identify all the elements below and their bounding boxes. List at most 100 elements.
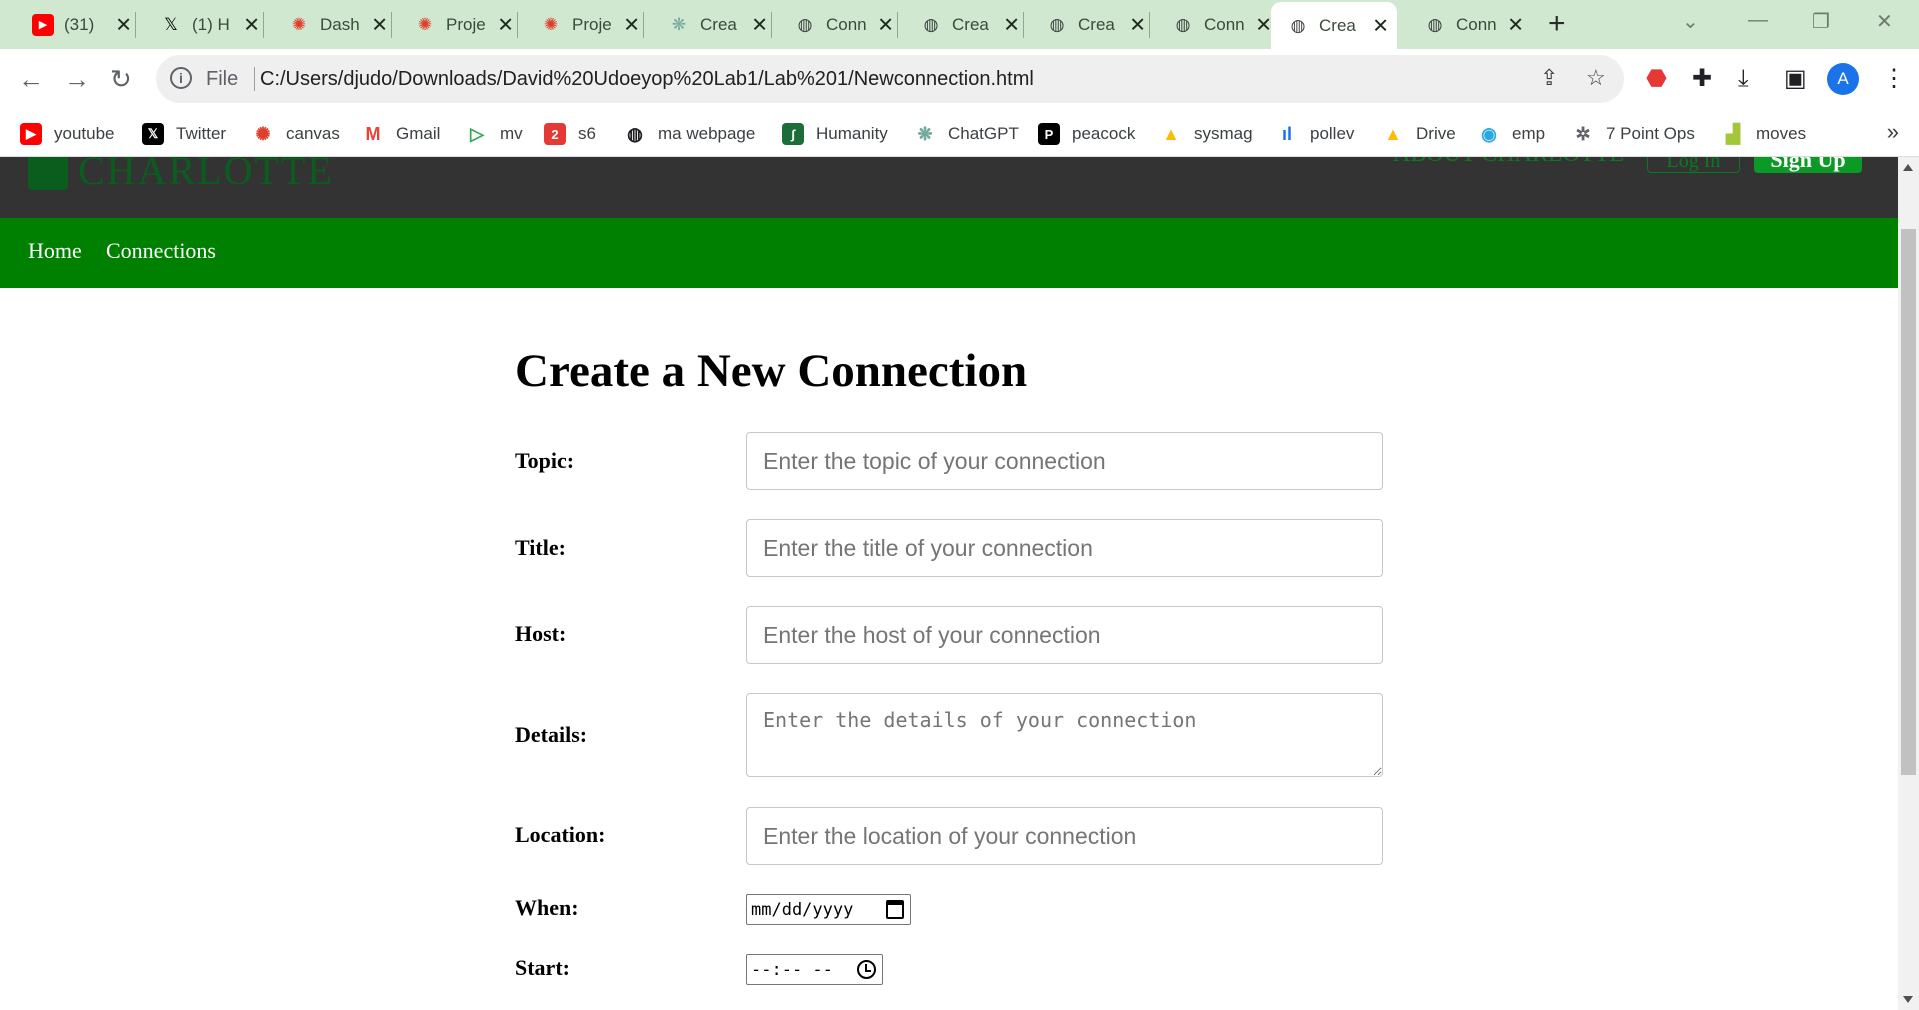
back-button[interactable]: ←: [18, 63, 44, 95]
login-button[interactable]: Log In: [1647, 157, 1740, 173]
browser-tab[interactable]: ▶ (31) ✕: [16, 0, 140, 49]
bookmark-drive[interactable]: ▲ Drive: [1382, 120, 1456, 148]
profile-avatar[interactable]: A: [1827, 63, 1859, 95]
close-tab-icon[interactable]: ✕: [751, 12, 768, 37]
location-input[interactable]: [746, 807, 1383, 865]
scrollbar-thumb[interactable]: [1901, 229, 1916, 775]
tab-title: (1) H: [192, 14, 230, 34]
tab-separator: [1023, 12, 1024, 38]
browser-tab[interactable]: ✺ Proje ✕: [524, 0, 648, 49]
canvas-icon: ✺: [255, 123, 271, 144]
bookmark-canvas[interactable]: ✺ canvas: [252, 120, 339, 148]
close-tab-icon[interactable]: ✕: [623, 12, 640, 37]
host-input[interactable]: [746, 606, 1383, 664]
browser-tab[interactable]: ◍ Crea ✕: [1030, 0, 1154, 49]
tab-separator: [135, 12, 136, 38]
close-tab-icon[interactable]: ✕: [1255, 12, 1272, 37]
site-logo[interactable]: CHARLOTTE: [28, 157, 334, 194]
close-tab-icon[interactable]: ✕: [1003, 12, 1020, 37]
when-date-input[interactable]: mm/dd/yyyy: [746, 894, 911, 925]
more-bookmarks-chevron-icon[interactable]: »: [1887, 119, 1899, 145]
bookmark-emp[interactable]: ◉ emp: [1478, 120, 1545, 148]
site-info-icon[interactable]: i: [170, 67, 192, 89]
bookmark-chatgpt[interactable]: ❋ ChatGPT: [914, 120, 1018, 148]
close-tab-icon[interactable]: ✕: [115, 12, 132, 37]
bookmark-moves[interactable]: ▟ moves: [1722, 120, 1806, 148]
title-label: Title:: [515, 535, 566, 560]
globe-icon: ◍: [923, 14, 939, 34]
browser-tab[interactable]: ◍ Conn ✕: [1156, 0, 1280, 49]
tab-separator: [1149, 12, 1150, 38]
bookmark-s6[interactable]: 2 s6: [544, 120, 596, 148]
bookmark-ma-webpage[interactable]: ◍ ma webpage: [624, 120, 755, 148]
extensions-puzzle-icon[interactable]: ✚: [1692, 65, 1712, 93]
page-scrollbar[interactable]: [1898, 157, 1919, 1010]
restore-button[interactable]: ❐: [1812, 9, 1830, 34]
bookmark-gmail[interactable]: M Gmail: [362, 120, 441, 148]
scroll-up-arrow-icon[interactable]: [1903, 164, 1913, 171]
host-label: Host:: [515, 621, 567, 646]
bookmark-twitter[interactable]: 𝕏 Twitter: [142, 120, 226, 148]
details-textarea[interactable]: [746, 693, 1383, 777]
adblock-extension-icon[interactable]: ⬣: [1646, 65, 1667, 93]
browser-tab[interactable]: ✺ Proje ✕: [398, 0, 522, 49]
signup-button[interactable]: Sign Up: [1754, 157, 1862, 173]
crest-icon: [28, 157, 68, 190]
close-tab-icon[interactable]: ✕: [243, 12, 260, 37]
about-link[interactable]: ABOUT CHARLOTTE: [1393, 157, 1624, 168]
bookmark-humanity[interactable]: ʃ Humanity: [782, 120, 888, 148]
browser-tab[interactable]: ◍ Crea ✕: [1271, 2, 1397, 49]
bookmark-youtube[interactable]: ▶ youtube: [20, 120, 115, 148]
bookmark-label: ma webpage: [658, 124, 756, 143]
browser-tab[interactable]: ◍ Conn ✕: [778, 0, 902, 49]
reload-button[interactable]: ↻: [110, 63, 132, 95]
download-icon[interactable]: ⤓: [1738, 65, 1749, 93]
close-tab-icon[interactable]: ✕: [371, 12, 388, 37]
tab-title: Conn: [1204, 14, 1245, 34]
browser-tab[interactable]: ❋ Crea ✕: [652, 0, 776, 49]
close-tab-icon[interactable]: ✕: [497, 12, 514, 37]
bookmark-peacock[interactable]: Ppeacock: [1038, 120, 1135, 148]
play-icon: ▷: [470, 123, 484, 144]
tab-separator: [263, 12, 264, 38]
new-tab-button[interactable]: +: [1548, 8, 1566, 40]
browser-tab[interactable]: 𝕏 (1) H ✕: [144, 0, 268, 49]
site-nav: Home Connections: [0, 218, 1898, 288]
close-tab-icon[interactable]: ✕: [877, 12, 894, 37]
url-text[interactable]: C:/Users/djudo/Downloads/David%20Udoeyop…: [260, 68, 1034, 91]
forward-button[interactable]: →: [64, 63, 90, 95]
share-icon[interactable]: ⇪: [1540, 65, 1558, 91]
canvas-icon: ✺: [417, 14, 433, 34]
nav-connections-link[interactable]: Connections: [106, 238, 216, 264]
x-twitter-icon: 𝕏: [142, 123, 164, 145]
topic-input[interactable]: [746, 432, 1383, 490]
browser-tab[interactable]: ✺ Dash ✕: [272, 0, 396, 49]
browser-tab[interactable]: ◍ Conn ✕: [1408, 0, 1532, 49]
site-header: CHARLOTTE ABOUT CHARLOTTE Log In Sign Up: [0, 157, 1898, 218]
browser-tab[interactable]: ◍ Crea ✕: [904, 0, 1028, 49]
nav-home-link[interactable]: Home: [28, 238, 82, 264]
calendar-icon[interactable]: [886, 900, 904, 919]
clock-icon[interactable]: [857, 960, 876, 979]
scroll-down-arrow-icon[interactable]: [1903, 996, 1913, 1003]
close-window-button[interactable]: ✕: [1876, 9, 1893, 34]
bookmark-label: peacock: [1072, 124, 1136, 143]
start-time-input[interactable]: --:-- --: [746, 954, 883, 985]
close-tab-icon[interactable]: ✕: [1129, 12, 1146, 37]
globe-icon: ◍: [797, 14, 813, 34]
close-tab-icon[interactable]: ✕: [1372, 13, 1389, 38]
bookmark-7-point-ops[interactable]: ✲ 7 Point Ops: [1572, 120, 1694, 148]
minimize-button[interactable]: —: [1748, 9, 1768, 32]
address-bar[interactable]: i File C:/Users/djudo/Downloads/David%20…: [156, 55, 1624, 103]
bookmark-mv[interactable]: ▷ mv: [466, 120, 523, 148]
more-menu-icon[interactable]: ⋮: [1882, 65, 1906, 93]
globe-icon: ◍: [1427, 14, 1443, 34]
close-tab-icon[interactable]: ✕: [1507, 12, 1524, 37]
side-panel-icon[interactable]: ▣: [1784, 65, 1807, 93]
bookmark-sysmag[interactable]: ▲ sysmag: [1160, 120, 1253, 148]
canvas-icon: ✺: [543, 14, 559, 34]
bookmark-pollev[interactable]: ıl pollev: [1276, 120, 1354, 148]
tab-search-chevron-icon[interactable]: ⌄: [1682, 9, 1699, 34]
title-input[interactable]: [746, 519, 1383, 577]
bookmark-star-icon[interactable]: ☆: [1586, 65, 1606, 91]
